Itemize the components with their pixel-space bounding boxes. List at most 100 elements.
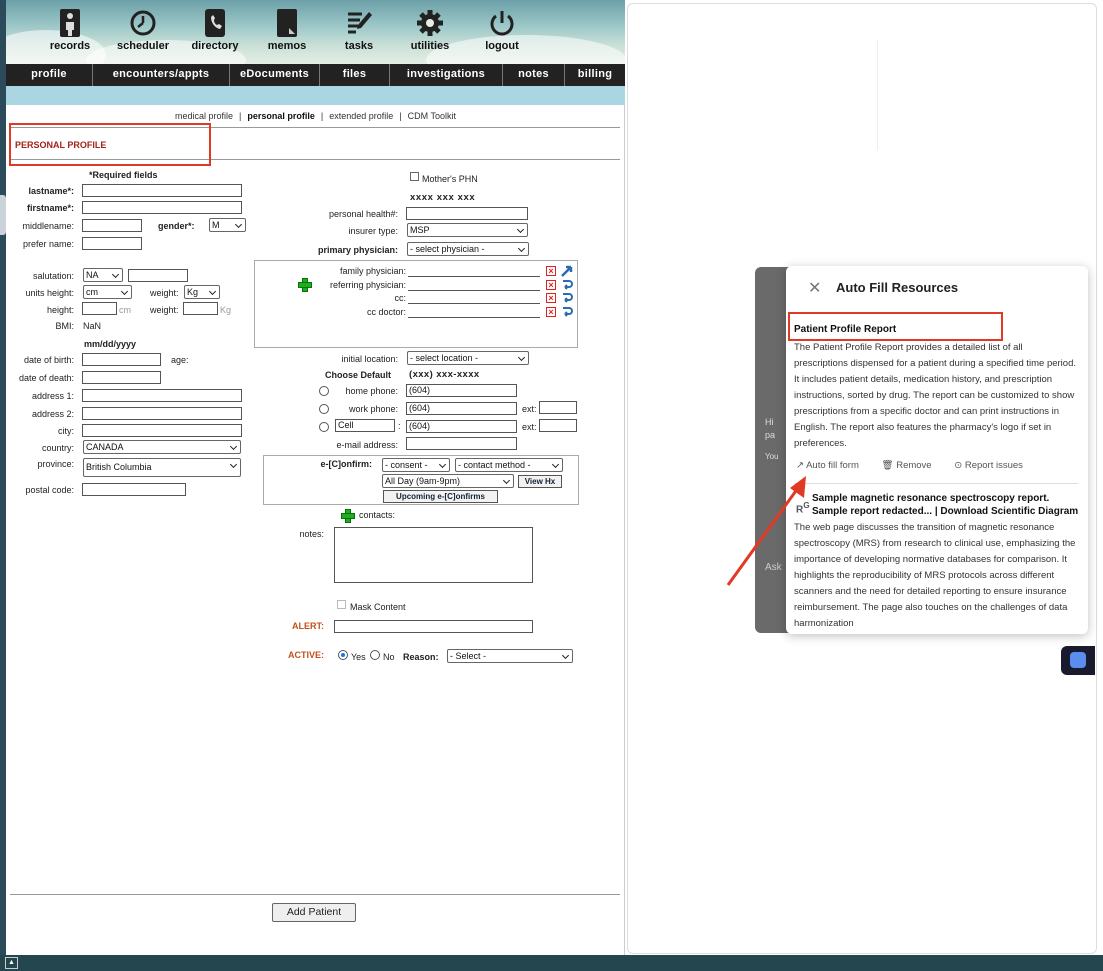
swap-icon[interactable] (561, 265, 573, 277)
address2-input[interactable] (82, 407, 242, 420)
insurer-select[interactable]: MSP (407, 223, 528, 237)
link-extended-profile[interactable]: extended profile (329, 111, 393, 121)
cc-field[interactable] (408, 303, 540, 304)
work-ext-input[interactable] (539, 401, 577, 414)
phone-icon (205, 9, 225, 37)
cell-phone-input[interactable]: (604) (406, 420, 517, 433)
weight-input[interactable] (183, 302, 218, 315)
email-input[interactable] (406, 437, 517, 450)
close-icon[interactable]: ✕ (808, 278, 821, 298)
tab-profile[interactable]: profile (6, 64, 93, 86)
contact-method-select[interactable]: - contact method - (455, 458, 563, 472)
cc-doctor-field[interactable] (408, 317, 540, 318)
firstname-input[interactable] (82, 201, 242, 214)
view-hx-button[interactable]: View Hx (518, 475, 562, 488)
family-physician-field[interactable] (408, 276, 540, 277)
salutation-select[interactable]: NA (83, 268, 123, 282)
alert-input[interactable] (334, 620, 533, 633)
mask-content-label: Mask Content (350, 602, 406, 612)
dod-input[interactable] (82, 371, 161, 384)
nav-tasks-label: tasks (344, 40, 374, 52)
lastname-input[interactable] (82, 184, 242, 197)
tab-notes[interactable]: notes (503, 64, 565, 86)
middlename-input[interactable] (82, 219, 142, 232)
tab-investigations[interactable]: investigations (390, 64, 503, 86)
colon: : (398, 421, 401, 431)
province-select[interactable]: British Columbia (83, 458, 241, 477)
salutation-label: salutation: (32, 271, 74, 281)
nav-memos[interactable]: memos (252, 8, 322, 52)
phn-label: personal health#: (328, 209, 398, 219)
consent-select[interactable]: - consent - (382, 458, 450, 472)
remove-icon[interactable]: × (546, 307, 556, 317)
remove-icon[interactable]: × (546, 293, 556, 303)
city-input[interactable] (82, 424, 242, 437)
nav-utilities[interactable]: utilities (395, 8, 465, 52)
nav-scheduler[interactable]: scheduler (108, 8, 178, 52)
report-issues-button[interactable]: ⊙ Report issues (954, 460, 1033, 471)
cell-ext-input[interactable] (539, 419, 577, 432)
add-contact-icon[interactable] (341, 509, 355, 523)
referring-physician-field[interactable] (408, 290, 540, 291)
cell-phone-default-radio[interactable] (319, 422, 329, 432)
work-phone-default-radio[interactable] (319, 404, 329, 414)
country-select[interactable]: CANADA (83, 440, 241, 454)
nav-directory[interactable]: directory (180, 8, 250, 52)
tab-edocuments[interactable]: eDocuments (230, 64, 320, 86)
add-patient-button[interactable]: Add Patient (272, 903, 356, 922)
expand-up-icon[interactable]: ▲ (5, 957, 18, 969)
required-note: *Required fields (89, 170, 158, 180)
cell-label-input[interactable]: Cell (335, 419, 395, 432)
address1-input[interactable] (82, 389, 242, 402)
middlename-label: middlename: (22, 221, 74, 231)
prefer-name-input[interactable] (82, 237, 142, 250)
active-yes-radio[interactable] (338, 650, 348, 660)
add-physician-icon[interactable] (298, 278, 312, 292)
active-no-radio[interactable] (370, 650, 380, 660)
initial-location-select[interactable]: - select location - (407, 351, 529, 365)
gender-select[interactable]: M (209, 218, 246, 232)
link-medical-profile[interactable]: medical profile (175, 111, 233, 121)
nav-tasks[interactable]: tasks (324, 8, 394, 52)
mask-content-checkbox[interactable] (337, 600, 346, 609)
tab-files[interactable]: files (320, 64, 390, 86)
swap-icon[interactable] (561, 306, 573, 318)
divider (794, 483, 1078, 484)
result-title[interactable]: Sample magnetic resonance spectroscopy r… (812, 492, 1080, 518)
link-personal-profile[interactable]: personal profile (247, 111, 315, 121)
remove-icon[interactable]: × (546, 280, 556, 290)
work-phone-input[interactable]: (604) (406, 402, 517, 415)
tab-billing[interactable]: billing (565, 64, 625, 86)
phn-format-hint: xxxx xxx xxx (410, 192, 476, 203)
home-phone-input[interactable]: (604) (406, 384, 517, 397)
notes-textarea[interactable] (334, 527, 533, 583)
reason-select[interactable]: - Select - (447, 649, 573, 663)
home-phone-default-radio[interactable] (319, 386, 329, 396)
heart-icon (1070, 652, 1086, 668)
profile-sublinks: medical profile | personal profile | extende… (6, 111, 625, 121)
tab-encounters[interactable]: encounters/appts (93, 64, 230, 86)
notes-label: notes: (299, 529, 324, 539)
upcoming-econfirms-button[interactable]: Upcoming e-[C]onfirms (383, 490, 498, 503)
swap-icon[interactable] (561, 279, 573, 291)
nav-logout[interactable]: logout (467, 8, 537, 52)
link-cdm-toolkit[interactable]: CDM Toolkit (408, 111, 456, 121)
units-height-select[interactable]: cm (83, 285, 132, 299)
dob-input[interactable] (82, 353, 161, 366)
phn-input[interactable] (406, 207, 528, 220)
province-label: province: (37, 459, 74, 469)
alert-label: ALERT: (292, 621, 324, 631)
remove-icon[interactable]: × (546, 266, 556, 276)
primary-physician-select[interactable]: - select physician - (407, 242, 529, 256)
salutation-text-input[interactable] (128, 269, 188, 282)
health-extension-badge[interactable] (1061, 646, 1095, 675)
height-input[interactable] (82, 302, 117, 315)
swap-icon[interactable] (561, 292, 573, 304)
remove-button[interactable]: 🗑 Remove (882, 460, 942, 471)
mothers-phn-checkbox[interactable] (410, 172, 419, 181)
time-window-select[interactable]: All Day (9am-9pm) (382, 474, 514, 488)
postal-code-input[interactable] (82, 483, 186, 496)
nav-records[interactable]: records (35, 8, 105, 52)
weight-unit-select[interactable]: Kg (184, 285, 220, 299)
gear-icon (417, 10, 443, 36)
